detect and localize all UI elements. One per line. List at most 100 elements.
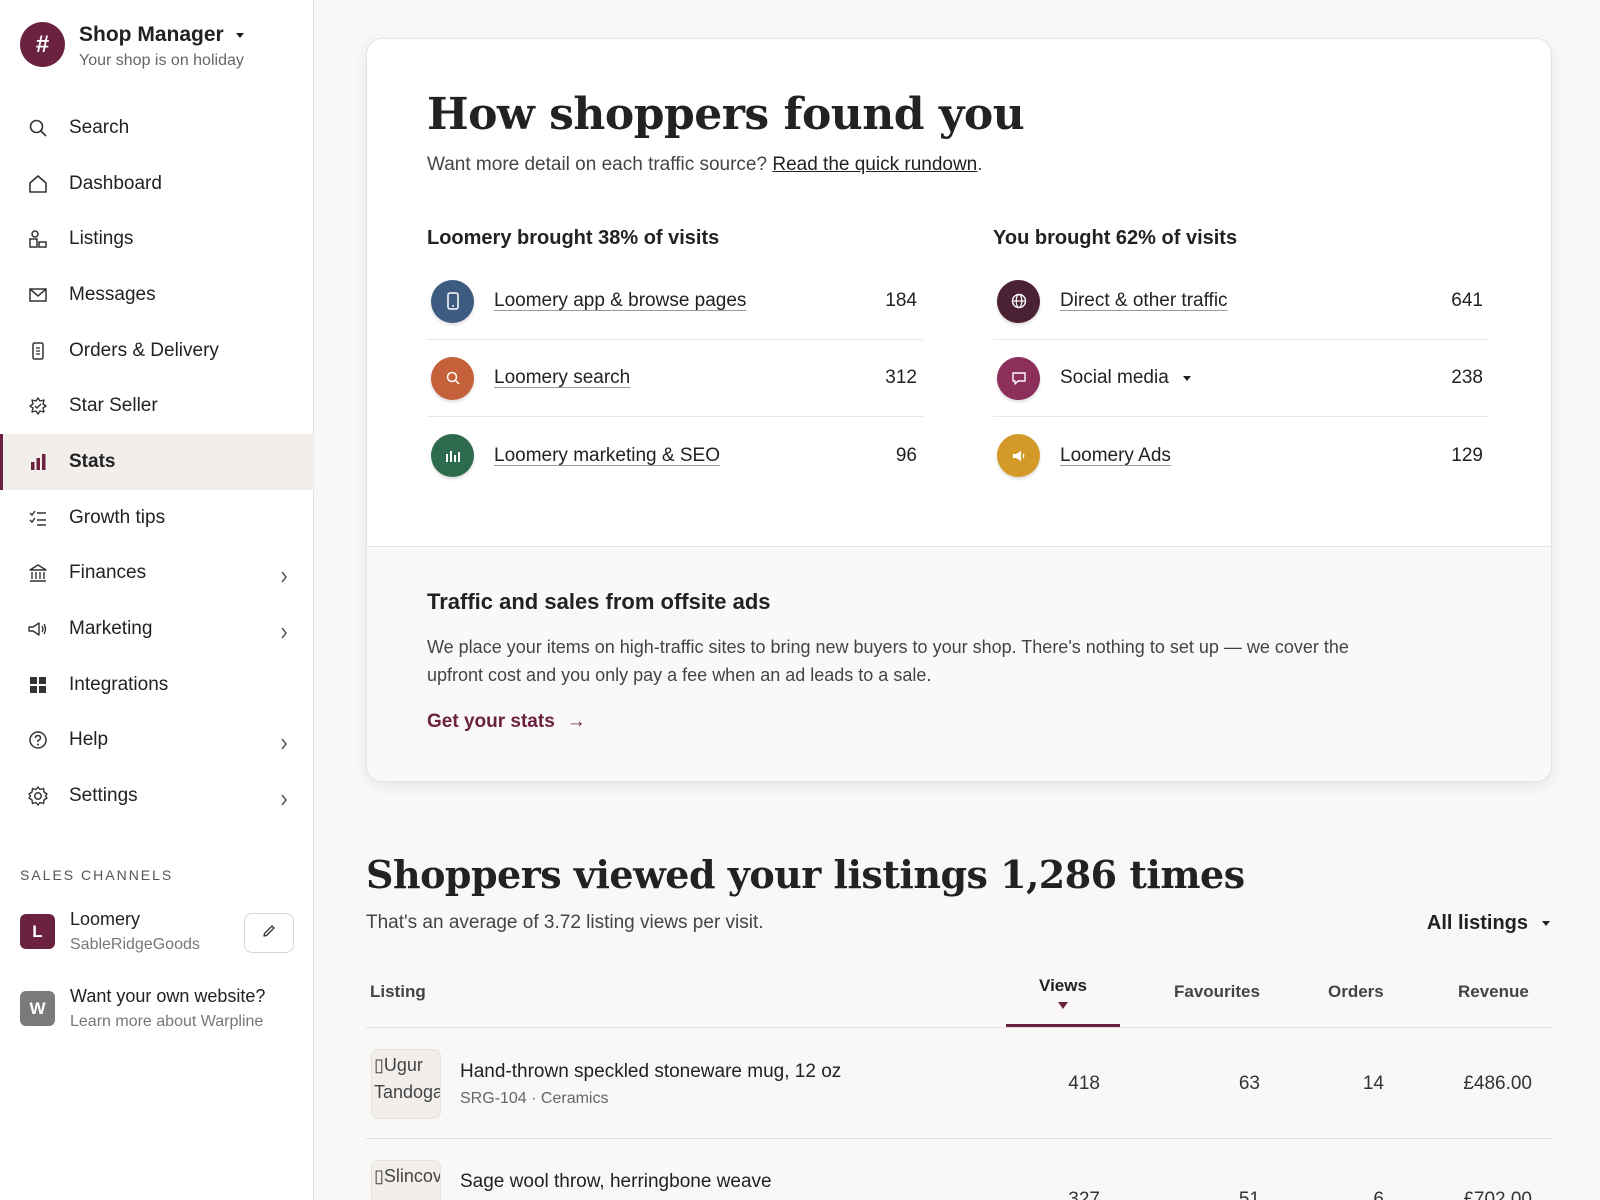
- revenue-value: £486.00: [1463, 1073, 1532, 1094]
- traffic-source-link[interactable]: Loomery app & browse pages: [494, 290, 746, 312]
- sidebar-item-label: Listings: [69, 228, 134, 250]
- your-traffic-heading: You brought 62% of visits: [993, 227, 1238, 249]
- traffic-source-link[interactable]: Direct & other traffic: [1060, 290, 1228, 312]
- your-traffic-column: You brought 62% of visits Direct & other…: [993, 227, 1489, 494]
- quick-rundown-link[interactable]: Read the quick rundown: [772, 154, 977, 175]
- offsite-ads-description: We place your items on high-traffic site…: [427, 637, 1349, 685]
- column-header-favourites[interactable]: Favourites: [1174, 982, 1260, 1002]
- sidebar-item-label: Search: [69, 116, 130, 138]
- sales-channels-header: SALES CHANNELS: [20, 867, 174, 883]
- sidebar-item-label: Stats: [69, 450, 116, 472]
- column-header-views[interactable]: Views: [1006, 976, 1120, 1009]
- traffic-subtitle: Want more detail on each traffic source?…: [427, 154, 983, 175]
- broken-image-icon: ▯: [374, 1166, 384, 1186]
- column-header-revenue[interactable]: Revenue: [1458, 982, 1529, 1002]
- shop-status: Your shop is on holiday: [79, 52, 244, 69]
- listings-icon: [27, 228, 49, 250]
- channel-name: Want your own website?: [70, 986, 266, 1006]
- traffic-source-value: 641: [1451, 290, 1483, 311]
- channel-website-promo[interactable]: W Want your own website? Learn more abou…: [20, 983, 265, 1031]
- views-value: 327: [1068, 1189, 1100, 1200]
- traffic-source-value: 129: [1451, 444, 1483, 466]
- bank-icon: [27, 562, 49, 584]
- sidebar-item-marketing[interactable]: Marketing: [0, 601, 314, 657]
- shop-switcher[interactable]: # Shop Manager Your shop is on holiday: [20, 22, 244, 70]
- traffic-source-link[interactable]: Loomery search: [494, 367, 630, 389]
- traffic-source-row: Direct & other traffic 641: [993, 263, 1489, 340]
- traffic-source-row: Loomery search 312: [427, 340, 923, 417]
- checklist-icon: [27, 507, 49, 529]
- sidebar-item-star-seller[interactable]: Star Seller: [0, 378, 314, 434]
- clipboard-icon: [27, 340, 49, 362]
- megaphone-icon: [27, 618, 49, 640]
- chevron-right-icon: [280, 790, 288, 812]
- listings-table: Listing Views Favourites Orders Revenue …: [366, 960, 1552, 1200]
- channel-badge: L: [20, 914, 55, 949]
- loomery-traffic-column: Loomery brought 38% of visits Loomery ap…: [427, 227, 923, 494]
- sidebar-item-label: Marketing: [69, 618, 153, 640]
- page-title: How shoppers found you: [427, 89, 1025, 140]
- bar-chart-icon: [431, 434, 474, 477]
- favourites-value: 51: [1238, 1189, 1260, 1200]
- sidebar-item-label: Settings: [69, 785, 138, 807]
- chat-bubble-icon: [997, 356, 1040, 400]
- social-media-dropdown[interactable]: Social media: [1060, 367, 1191, 389]
- channel-name: Loomery: [70, 909, 141, 929]
- bar-chart-icon: [27, 451, 49, 473]
- sidebar-item-listings[interactable]: Listings: [0, 211, 314, 267]
- envelope-icon: [27, 284, 49, 306]
- sidebar-item-orders-delivery[interactable]: Orders & Delivery: [0, 323, 314, 379]
- loomery-traffic-heading: Loomery brought 38% of visits: [427, 227, 720, 249]
- traffic-source-row: Social media 238: [993, 340, 1489, 417]
- channel-promo-link[interactable]: Learn more about Warpline: [70, 1013, 265, 1031]
- sidebar-item-stats[interactable]: Stats: [0, 434, 314, 490]
- globe-icon: [997, 279, 1040, 323]
- traffic-sources-card: How shoppers found you Want more detail …: [366, 38, 1552, 782]
- orders-value: 6: [1373, 1189, 1384, 1200]
- listing-title[interactable]: Hand-thrown speckled stoneware mug, 12 o…: [460, 1061, 841, 1083]
- get-your-stats-link[interactable]: Get your stats →: [427, 711, 586, 733]
- traffic-source-row: Loomery marketing & SEO 96: [427, 417, 923, 494]
- traffic-source-link[interactable]: Loomery marketing & SEO: [494, 445, 720, 467]
- arrow-right-icon: →: [566, 711, 586, 732]
- sidebar-item-finances[interactable]: Finances: [0, 546, 314, 602]
- table-row[interactable]: ▯Slincove Sage wool throw, herringbone w…: [366, 1139, 1552, 1200]
- table-row[interactable]: ▯Ugur Tandogan Hand-thrown speckled ston…: [366, 1028, 1552, 1139]
- listings-filter-dropdown[interactable]: All listings: [1427, 912, 1550, 935]
- column-header-orders[interactable]: Orders: [1328, 982, 1384, 1002]
- sidebar-item-help[interactable]: Help: [0, 713, 314, 769]
- sidebar-item-search[interactable]: Search: [0, 100, 314, 156]
- sidebar-item-label: Growth tips: [69, 506, 166, 528]
- search-icon: [27, 117, 49, 139]
- gear-icon: [27, 785, 49, 807]
- listing-title[interactable]: Sage wool throw, herringbone weave: [460, 1171, 772, 1193]
- table-header: Listing Views Favourites Orders Revenue: [366, 960, 1552, 1028]
- sort-descending-icon: [1058, 1002, 1068, 1009]
- sidebar-item-label: Help: [69, 729, 109, 751]
- sidebar-item-growth-tips[interactable]: Growth tips: [0, 490, 314, 546]
- phone-icon: [431, 279, 474, 323]
- sidebar-item-integrations[interactable]: Integrations: [0, 657, 314, 713]
- star-seller-icon: [27, 395, 49, 417]
- channel-loomery[interactable]: L Loomery SableRidgeGoods: [20, 906, 200, 954]
- megaphone-icon: [997, 434, 1040, 477]
- pencil-icon: [261, 923, 277, 944]
- listing-thumbnail: ▯Ugur Tandogan: [371, 1049, 441, 1119]
- shop-title[interactable]: Shop Manager: [79, 22, 244, 48]
- offsite-ads-section: Traffic and sales from offsite ads We pl…: [367, 546, 1551, 781]
- caret-down-icon: [235, 32, 244, 38]
- sidebar-item-label: Orders & Delivery: [69, 339, 219, 361]
- sidebar-item-settings[interactable]: Settings: [0, 768, 314, 824]
- channel-shop-name: SableRidgeGoods: [70, 936, 200, 953]
- help-icon: [27, 729, 49, 751]
- sidebar-item-dashboard[interactable]: Dashboard: [0, 156, 314, 212]
- chevron-right-icon: [280, 567, 288, 589]
- listing-views-subtitle: That's an average of 3.72 listing views …: [366, 912, 764, 933]
- revenue-value: £702.00: [1463, 1189, 1532, 1200]
- home-icon: [27, 173, 49, 195]
- sidebar-item-messages[interactable]: Messages: [0, 267, 314, 323]
- views-value: 418: [1068, 1073, 1100, 1094]
- traffic-source-value: 238: [1451, 367, 1483, 388]
- traffic-source-link[interactable]: Loomery Ads: [1060, 445, 1171, 467]
- edit-channel-button[interactable]: [244, 913, 294, 953]
